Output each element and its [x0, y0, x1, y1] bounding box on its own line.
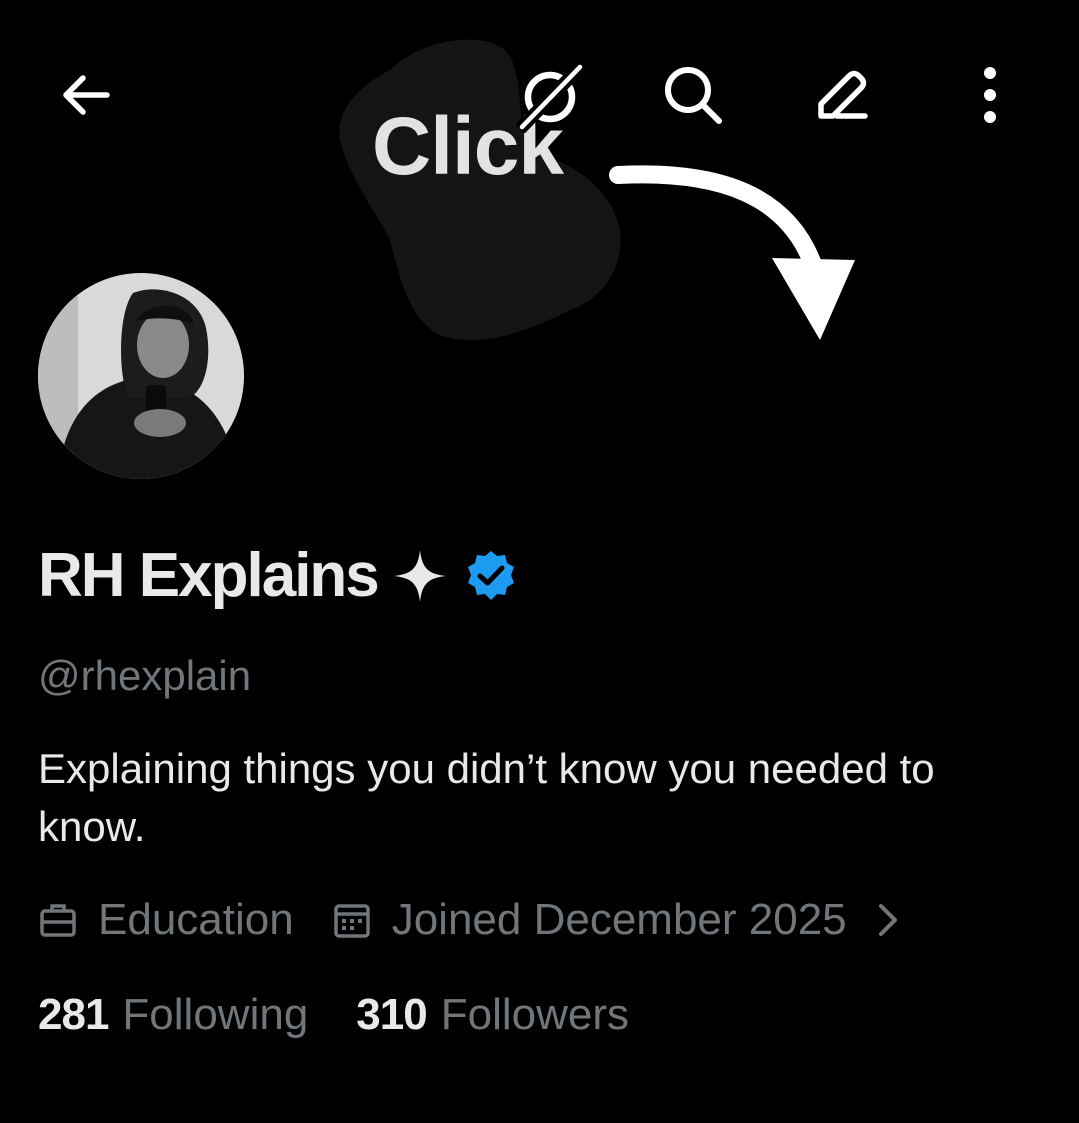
curved-arrow-graphic [609, 165, 855, 340]
avatar[interactable] [38, 273, 244, 479]
more-vertical-icon [984, 67, 996, 123]
search-icon [665, 67, 722, 124]
following-link[interactable]: 281 Following [38, 990, 308, 1040]
top-bar [0, 50, 1079, 140]
followers-count: 310 [356, 990, 427, 1039]
more-button[interactable] [945, 50, 1035, 140]
category-label: Education [98, 895, 294, 944]
edit-pencil-icon [818, 70, 868, 119]
chevron-right-icon [878, 904, 897, 936]
edit-button[interactable] [795, 50, 885, 140]
display-name: RH Explains [38, 541, 380, 610]
back-button[interactable] [40, 50, 130, 140]
calendar-icon [333, 904, 370, 938]
search-button[interactable] [648, 50, 738, 140]
followers-link[interactable]: 310 Followers [356, 990, 629, 1040]
joined-item[interactable]: Joined December 2025 [332, 895, 901, 945]
follow-stats: 281 Following 310 Followers [38, 990, 629, 1040]
profile-handle: @rhexplain [38, 652, 252, 699]
profile-bio: Explaining things you didn’t know you ne… [38, 745, 935, 850]
sparkle-icon [393, 549, 446, 602]
joined-date: Joined December 2025 [391, 895, 847, 944]
grok-button[interactable] [505, 50, 595, 140]
following-count: 281 [38, 990, 109, 1039]
avatar-photo [38, 273, 244, 479]
following-label: Following [122, 990, 309, 1039]
profile-meta-row: Education Joined December 2025 [38, 895, 901, 945]
briefcase-icon [40, 904, 76, 937]
grok-icon [515, 60, 587, 133]
arrow-left-icon [63, 75, 110, 115]
category-item: Education [38, 895, 294, 945]
profile-name-row: RH Explains [38, 540, 518, 611]
followers-label: Followers [440, 990, 629, 1039]
verified-badge-icon[interactable] [464, 549, 518, 603]
